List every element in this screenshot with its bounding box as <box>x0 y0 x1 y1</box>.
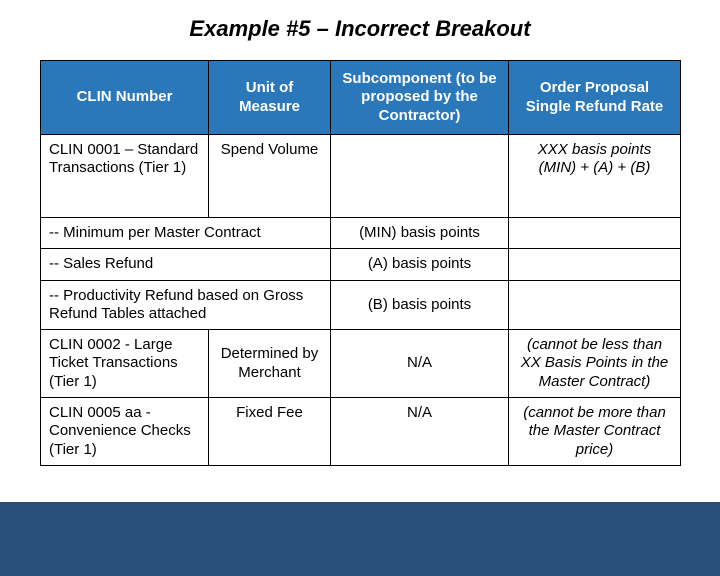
cell-subrow-label: -- Minimum per Master Contract <box>41 218 331 249</box>
footer-band <box>0 502 720 576</box>
cell-subcomponent: (A) basis points <box>331 249 509 280</box>
cell-subrow-label: -- Sales Refund <box>41 249 331 280</box>
col-header-clin: CLIN Number <box>41 61 209 135</box>
cell-order-proposal: (cannot be less than XX Basis Points in … <box>509 330 681 398</box>
col-header-uom: Unit of Measure <box>209 61 331 135</box>
cell-order-proposal <box>509 218 681 249</box>
cell-subrow-label: -- Productivity Refund based on Gross Re… <box>41 280 331 330</box>
cell-subcomponent: N/A <box>331 398 509 466</box>
col-header-subcomponent: Subcomponent (to be proposed by the Cont… <box>331 61 509 135</box>
cell-clin: CLIN 0002 - Large Ticket Transactions (T… <box>41 330 209 398</box>
cell-subcomponent: (B) basis points <box>331 280 509 330</box>
cell-order-proposal: (cannot be more than the Master Contract… <box>509 398 681 466</box>
table-row: -- Sales Refund (A) basis points <box>41 249 681 280</box>
cell-uom: Determined by Merchant <box>209 330 331 398</box>
cell-order-proposal <box>509 280 681 330</box>
table-row: CLIN 0002 - Large Ticket Transactions (T… <box>41 330 681 398</box>
table-row: CLIN 0001 – Standard Transactions (Tier … <box>41 135 681 218</box>
cell-subcomponent: N/A <box>331 330 509 398</box>
slide-title: Example #5 – Incorrect Breakout <box>0 16 720 42</box>
cell-uom: Spend Volume <box>209 135 331 218</box>
cell-order-proposal: XXX basis points (MIN) + (A) + (B) <box>509 135 681 218</box>
cell-clin: CLIN 0005 aa - Convenience Checks (Tier … <box>41 398 209 466</box>
table-row: CLIN 0005 aa - Convenience Checks (Tier … <box>41 398 681 466</box>
table-header-row: CLIN Number Unit of Measure Subcomponent… <box>41 61 681 135</box>
col-header-order-proposal: Order Proposal Single Refund Rate <box>509 61 681 135</box>
breakout-table: CLIN Number Unit of Measure Subcomponent… <box>40 60 680 466</box>
cell-uom: Fixed Fee <box>209 398 331 466</box>
table-row: -- Minimum per Master Contract (MIN) bas… <box>41 218 681 249</box>
table-row: -- Productivity Refund based on Gross Re… <box>41 280 681 330</box>
cell-subcomponent: (MIN) basis points <box>331 218 509 249</box>
cell-clin: CLIN 0001 – Standard Transactions (Tier … <box>41 135 209 218</box>
cell-subcomponent <box>331 135 509 218</box>
cell-order-proposal <box>509 249 681 280</box>
